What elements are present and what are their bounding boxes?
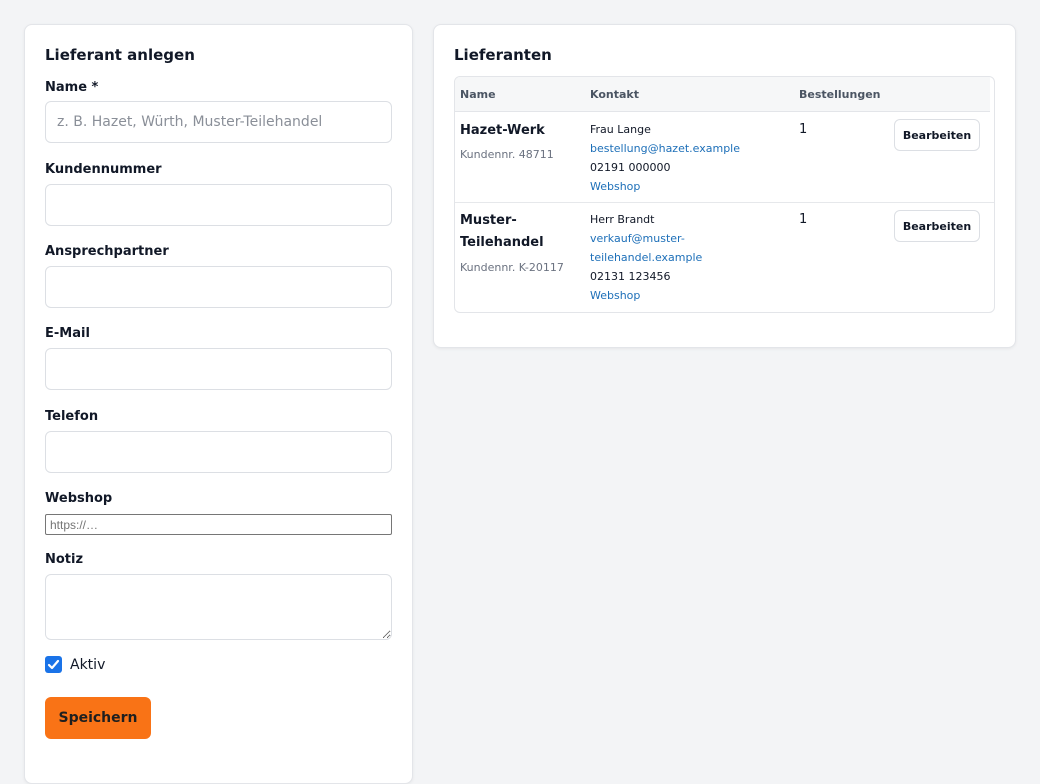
name-input[interactable]	[45, 101, 392, 143]
contact-person: Frau Lange	[590, 123, 651, 136]
supplier-kundennr: Kundennr. K-20117	[460, 261, 564, 274]
kundennummer-label: Kundennummer	[45, 162, 162, 177]
aktiv-label: Aktiv	[70, 656, 106, 673]
kundennummer-input[interactable]	[45, 184, 392, 226]
webshop-link[interactable]: Webshop	[590, 177, 640, 196]
supplier-kundennr: Kundennr. 48711	[460, 148, 554, 161]
email-label: E-Mail	[45, 326, 90, 341]
table-row: Muster- Teilehandel Kundennr. K-20117 He…	[455, 204, 994, 312]
table-header: Name Kontakt Bestellungen	[455, 77, 990, 112]
contact-email-link[interactable]: bestellung@hazet.example	[590, 139, 740, 158]
form-title: Lieferant anlegen	[45, 46, 195, 64]
column-header-name: Name	[460, 88, 496, 101]
edit-button[interactable]: Bearbeiten	[894, 119, 980, 151]
supplier-name-line2: Teilehandel	[460, 235, 544, 250]
aktiv-checkbox-row[interactable]: Aktiv	[45, 656, 105, 673]
email-input[interactable]	[45, 348, 392, 390]
table-row: Hazet-Werk Kundennr. 48711 Frau Lange be…	[455, 113, 994, 203]
supplier-form-card: Lieferant anlegen Name * Kundennummer An…	[24, 24, 413, 784]
aktiv-checkbox[interactable]	[45, 656, 62, 673]
order-count: 1	[799, 122, 808, 137]
order-count: 1	[799, 212, 808, 227]
name-label: Name *	[45, 80, 99, 95]
edit-button[interactable]: Bearbeiten	[894, 210, 980, 242]
contact-phone: 02191 000000	[590, 161, 671, 174]
webshop-link[interactable]: Webshop	[590, 286, 640, 305]
telefon-input[interactable]	[45, 431, 392, 473]
webshop-input[interactable]	[45, 514, 392, 535]
ansprechpartner-input[interactable]	[45, 266, 392, 308]
column-header-bestellungen: Bestellungen	[799, 88, 881, 101]
column-header-kontakt: Kontakt	[590, 88, 639, 101]
notiz-label: Notiz	[45, 552, 84, 567]
list-title: Lieferanten	[454, 46, 552, 64]
supplier-list-card: Lieferanten Name Kontakt Bestellungen Ha…	[433, 24, 1016, 348]
check-icon	[47, 659, 60, 670]
notiz-textarea[interactable]	[45, 574, 392, 640]
supplier-name-line1: Muster-	[460, 213, 517, 228]
supplier-name: Hazet-Werk	[460, 123, 545, 138]
telefon-label: Telefon	[45, 409, 99, 424]
supplier-table: Name Kontakt Bestellungen Hazet-Werk Kun…	[454, 76, 995, 313]
contact-email-link-line2[interactable]: teilehandel.example	[590, 248, 702, 267]
save-button[interactable]: Speichern	[45, 697, 151, 739]
contact-person: Herr Brandt	[590, 213, 655, 226]
webshop-label: Webshop	[45, 491, 113, 506]
ansprechpartner-label: Ansprechpartner	[45, 244, 169, 259]
contact-email-link-line1[interactable]: verkauf@muster-	[590, 229, 685, 248]
contact-phone: 02131 123456	[590, 270, 671, 283]
